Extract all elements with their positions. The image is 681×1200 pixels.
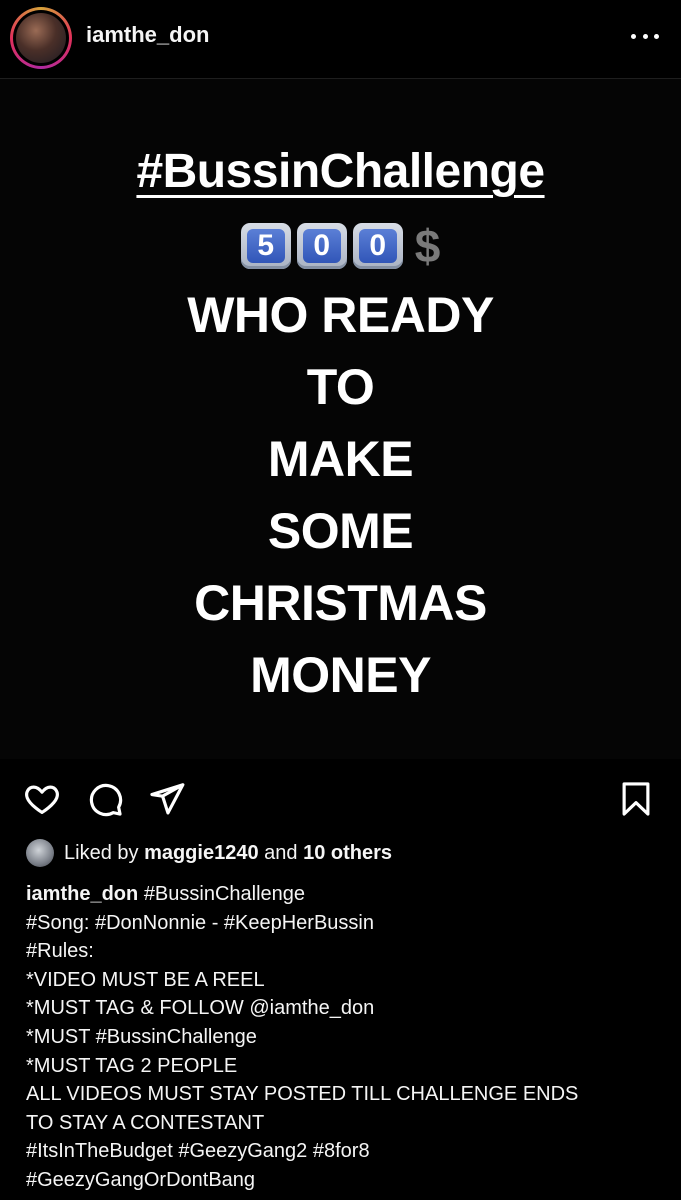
caption-line: *MUST TAG 2 PEOPLE bbox=[26, 1054, 238, 1077]
dollar-sign: $ bbox=[414, 220, 441, 272]
caption-line: TO STAY A CONTESTANT bbox=[26, 1111, 265, 1134]
caption-line: *MUST TAG & FOLLOW @iamthe_don bbox=[26, 997, 375, 1020]
heart-icon[interactable] bbox=[23, 780, 61, 818]
dot bbox=[631, 33, 636, 39]
post-image[interactable]: #BussinChallenge 5 0 0 $ WHO READY TO MA… bbox=[0, 79, 681, 759]
keycap-digit: 0 bbox=[358, 229, 397, 263]
keycap-0: 0 bbox=[352, 223, 403, 269]
dot bbox=[642, 33, 648, 39]
caption-line: #Rules: bbox=[26, 940, 94, 963]
avatar[interactable] bbox=[10, 7, 72, 69]
action-bar bbox=[0, 770, 681, 828]
bookmark-icon[interactable] bbox=[617, 780, 655, 818]
post-username[interactable]: iamthe_don bbox=[86, 22, 209, 48]
liker-username[interactable]: maggie1240 bbox=[144, 842, 259, 864]
post-image-line: CHRISTMAS bbox=[194, 575, 487, 631]
profile-avatar-image bbox=[16, 13, 66, 63]
likes-connector: and bbox=[264, 842, 298, 864]
keycap-0: 0 bbox=[296, 223, 347, 269]
post-image-line: MAKE bbox=[267, 431, 414, 487]
instagram-post: iamthe_don #BussinChallenge 5 0 0 $ WHO … bbox=[0, 0, 681, 1200]
likes-text: Liked by maggie1240 and 10 others bbox=[64, 842, 392, 865]
caption-line: #Song: #DonNonnie - #KeepHerBussin bbox=[26, 911, 374, 934]
send-icon[interactable] bbox=[148, 780, 186, 818]
keycap-digit: 5 bbox=[246, 229, 285, 263]
post-image-line: TO bbox=[306, 359, 375, 415]
post-image-text: WHO READY TO MAKE SOME CHRISTMAS MONEY bbox=[0, 279, 681, 711]
keycap-row: 5 0 0 $ bbox=[0, 219, 681, 273]
liker-avatar bbox=[26, 839, 54, 867]
avatar-border bbox=[13, 10, 69, 66]
likes-prefix: Liked by bbox=[64, 842, 139, 864]
keycap-5: 5 bbox=[240, 223, 291, 269]
caption-line: ALL VIDEOS MUST STAY POSTED TILL CHALLEN… bbox=[26, 1083, 579, 1106]
post-image-line: SOME bbox=[267, 503, 414, 559]
comment-icon[interactable] bbox=[86, 780, 124, 818]
caption-username[interactable]: iamthe_don bbox=[26, 883, 138, 905]
post-image-line: MONEY bbox=[250, 647, 431, 703]
likes-others[interactable]: 10 others bbox=[303, 842, 392, 864]
more-dots-icon[interactable] bbox=[631, 22, 659, 50]
caption-line: *MUST #BussinChallenge bbox=[26, 1025, 257, 1048]
post-header: iamthe_don bbox=[0, 0, 681, 79]
post-image-line: WHO READY bbox=[187, 287, 494, 343]
keycap-digit: 0 bbox=[302, 229, 341, 263]
caption-line: *VIDEO MUST BE A REEL bbox=[26, 968, 265, 991]
post-image-title: #BussinChallenge bbox=[136, 145, 545, 198]
dot bbox=[654, 33, 659, 39]
post-caption: iamthe_don #BussinChallenge #Song: #DonN… bbox=[26, 880, 656, 1195]
caption-line: #GeezyGangOrDontBang bbox=[26, 1168, 256, 1191]
caption-line: #ItsInTheBudget #GeezyGang2 #8for8 bbox=[26, 1140, 370, 1163]
caption-hashtag[interactable]: #BussinChallenge bbox=[144, 883, 305, 905]
caption-line: iamthe_don #BussinChallenge bbox=[26, 880, 656, 909]
